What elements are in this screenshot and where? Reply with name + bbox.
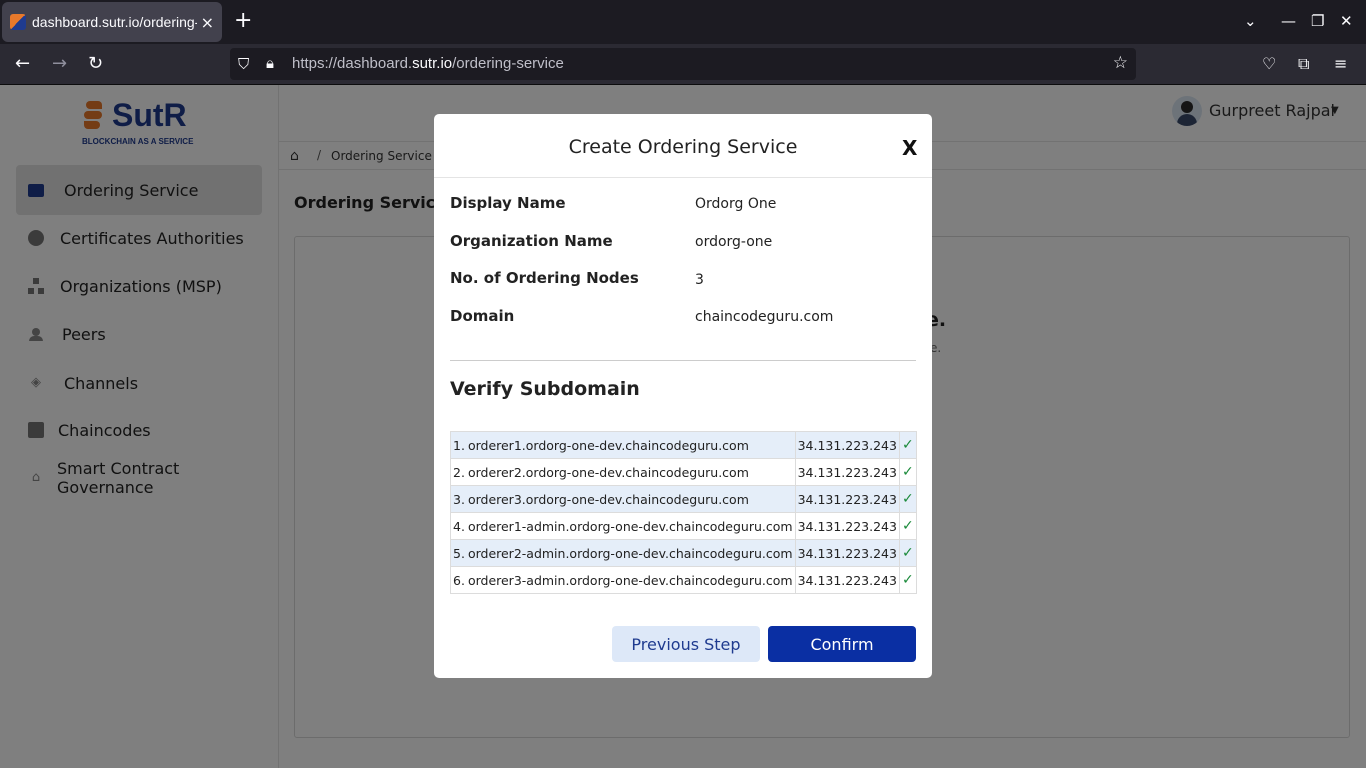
display-name-value: Ordorg One bbox=[695, 196, 777, 212]
menu-icon[interactable]: ≡ bbox=[1334, 54, 1347, 73]
domain-value: chaincodeguru.com bbox=[695, 309, 834, 325]
check-icon: ✓ bbox=[898, 512, 917, 540]
row-ip: 34.131.223.243 bbox=[794, 512, 900, 540]
forward-icon[interactable]: → bbox=[52, 54, 67, 74]
organization-name-value: ordorg-one bbox=[695, 234, 773, 250]
restore-icon[interactable]: ❐ bbox=[1311, 12, 1324, 30]
check-icon: ✓ bbox=[898, 539, 917, 567]
row-host: orderer3-admin.ordorg-one-dev.chaincodeg… bbox=[465, 566, 796, 594]
table-row: 3. orderer3.ordorg-one-dev.chaincodeguru… bbox=[449, 485, 917, 513]
check-icon: ✓ bbox=[898, 566, 917, 594]
check-icon: ✓ bbox=[898, 485, 917, 513]
row-ip: 34.131.223.243 bbox=[794, 458, 900, 486]
row-host: orderer2-admin.ordorg-one-dev.chaincodeg… bbox=[465, 539, 796, 567]
url-text[interactable]: https://dashboard.sutr.io/ordering-servi… bbox=[292, 55, 564, 72]
row-index: 6. bbox=[449, 566, 466, 594]
check-icon: ✓ bbox=[898, 431, 917, 459]
row-ip: 34.131.223.243 bbox=[794, 566, 900, 594]
create-ordering-service-modal: Create Ordering Service X Display Name O… bbox=[434, 114, 932, 678]
table-row: 2. orderer2.ordorg-one-dev.chaincodeguru… bbox=[449, 458, 917, 486]
row-index: 4. bbox=[449, 512, 466, 540]
row-host: orderer2.ordorg-one-dev.chaincodeguru.co… bbox=[465, 458, 796, 486]
row-host: orderer1.ordorg-one-dev.chaincodeguru.co… bbox=[465, 431, 796, 459]
row-host: orderer3.ordorg-one-dev.chaincodeguru.co… bbox=[465, 485, 796, 513]
list-tabs-icon[interactable]: ⌄ bbox=[1244, 12, 1257, 30]
table-row: 1. orderer1.ordorg-one-dev.chaincodeguru… bbox=[449, 431, 917, 459]
verify-subdomain-heading: Verify Subdomain bbox=[450, 378, 640, 400]
browser-tab[interactable]: dashboard.sutr.io/ordering-service × bbox=[2, 2, 222, 42]
confirm-button[interactable]: Confirm bbox=[768, 626, 916, 662]
row-index: 1. bbox=[449, 431, 466, 459]
bookmark-star-icon[interactable]: ☆ bbox=[1113, 53, 1128, 73]
row-ip: 34.131.223.243 bbox=[794, 485, 900, 513]
row-ip: 34.131.223.243 bbox=[794, 539, 900, 567]
browser-navbar: ← → ↻ ⛉ 🔒︎ https://dashboard.sutr.io/ord… bbox=[0, 44, 1366, 85]
favicon-icon bbox=[10, 14, 26, 30]
close-icon[interactable]: X bbox=[902, 136, 917, 160]
subdomain-table: 1. orderer1.ordorg-one-dev.chaincodeguru… bbox=[449, 431, 917, 594]
table-row: 4. orderer1-admin.ordorg-one-dev.chainco… bbox=[449, 512, 917, 540]
table-row: 6. orderer3-admin.ordorg-one-dev.chainco… bbox=[449, 566, 917, 594]
back-icon[interactable]: ← bbox=[15, 54, 30, 74]
tracking-shield-icon[interactable]: ⛉ bbox=[238, 55, 249, 73]
ordering-nodes-label: No. of Ordering Nodes bbox=[450, 269, 639, 287]
row-host: orderer1-admin.ordorg-one-dev.chaincodeg… bbox=[465, 512, 796, 540]
url-bar[interactable]: ⛉ 🔒︎ https://dashboard.sutr.io/ordering-… bbox=[230, 48, 1136, 80]
browser-tabbar: dashboard.sutr.io/ordering-service × + ⌄… bbox=[0, 0, 1366, 44]
modal-header: Create Ordering Service X bbox=[434, 114, 932, 178]
reload-icon[interactable]: ↻ bbox=[88, 54, 103, 74]
new-tab-button[interactable]: + bbox=[234, 10, 252, 32]
tab-title: dashboard.sutr.io/ordering-service bbox=[32, 14, 197, 30]
display-name-label: Display Name bbox=[450, 194, 566, 212]
organization-name-label: Organization Name bbox=[450, 232, 613, 250]
ordering-nodes-value: 3 bbox=[695, 272, 704, 288]
table-row: 5. orderer2-admin.ordorg-one-dev.chainco… bbox=[449, 539, 917, 567]
domain-label: Domain bbox=[450, 307, 515, 325]
minimize-icon[interactable]: — bbox=[1281, 12, 1296, 30]
divider bbox=[450, 360, 916, 361]
extensions-icon[interactable]: ⧉ bbox=[1298, 54, 1309, 74]
row-ip: 34.131.223.243 bbox=[794, 431, 900, 459]
row-index: 3. bbox=[449, 485, 466, 513]
window-close-icon[interactable]: ✕ bbox=[1340, 12, 1353, 30]
previous-step-button[interactable]: Previous Step bbox=[612, 626, 760, 662]
tab-close-icon[interactable]: × bbox=[201, 13, 214, 32]
lock-icon[interactable]: 🔒︎ bbox=[266, 54, 274, 72]
row-index: 5. bbox=[449, 539, 466, 567]
check-icon: ✓ bbox=[898, 458, 917, 486]
modal-title: Create Ordering Service bbox=[568, 136, 798, 158]
row-index: 2. bbox=[449, 458, 466, 486]
pocket-icon[interactable]: ♡ bbox=[1262, 54, 1276, 73]
